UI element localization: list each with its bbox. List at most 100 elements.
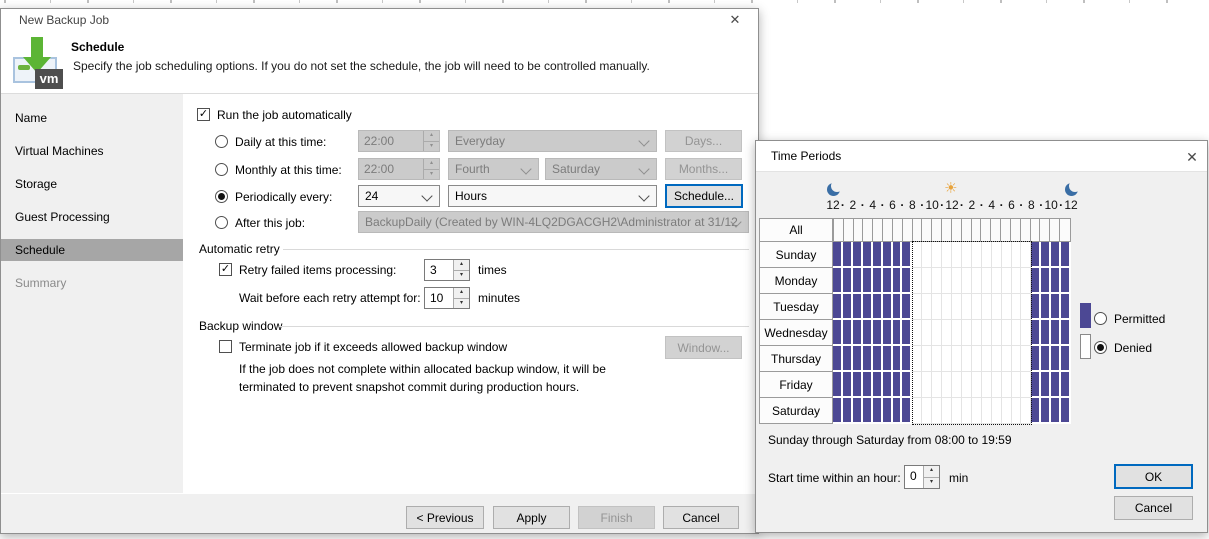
grid-cell-friday-19[interactable]: [1021, 372, 1031, 398]
grid-cell-thursday-20[interactable]: [1031, 346, 1041, 372]
grid-cell-friday-1[interactable]: [843, 372, 853, 398]
all-row-cell[interactable]: [883, 219, 893, 241]
daily-time-spinner[interactable]: 22:00 ▴▾: [358, 130, 440, 152]
all-row-cell[interactable]: [1001, 219, 1011, 241]
grid-cell-sunday-7[interactable]: [902, 242, 912, 268]
grid-cell-wednesday-2[interactable]: [853, 320, 863, 346]
grid-cell-monday-11[interactable]: [942, 268, 952, 294]
grid-cell-sunday-2[interactable]: [853, 242, 863, 268]
grid-cell-wednesday-13[interactable]: [962, 320, 972, 346]
grid-cell-monday-4[interactable]: [873, 268, 883, 294]
grid-cell-wednesday-16[interactable]: [992, 320, 1002, 346]
grid-cell-thursday-1[interactable]: [843, 346, 853, 372]
grid-cell-tuesday-1[interactable]: [843, 294, 853, 320]
grid-cell-saturday-8[interactable]: [912, 398, 922, 424]
grid-cell-friday-8[interactable]: [912, 372, 922, 398]
schedule-button[interactable]: Schedule...: [665, 184, 743, 208]
all-row-cell[interactable]: [972, 219, 982, 241]
sidebar-item-name[interactable]: Name: [1, 107, 183, 129]
grid-cell-thursday-18[interactable]: [1012, 346, 1022, 372]
grid-cell-thursday-0[interactable]: [833, 346, 843, 372]
day-label-friday[interactable]: Friday: [759, 371, 833, 398]
wait-minutes-spinner[interactable]: 10 ▴▾: [424, 287, 470, 309]
grid-cell-saturday-1[interactable]: [843, 398, 853, 424]
grid-cell-tuesday-17[interactable]: [1002, 294, 1012, 320]
grid-cell-thursday-17[interactable]: [1002, 346, 1012, 372]
grid-cell-wednesday-21[interactable]: [1041, 320, 1051, 346]
grid-cell-sunday-15[interactable]: [982, 242, 992, 268]
day-label-thursday[interactable]: Thursday: [759, 345, 833, 372]
grid-cell-wednesday-7[interactable]: [902, 320, 912, 346]
spin-up-icon[interactable]: ▴: [454, 260, 469, 271]
sidebar-item-guest-processing[interactable]: Guest Processing: [1, 206, 183, 228]
grid-cell-tuesday-13[interactable]: [962, 294, 972, 320]
all-row-cell[interactable]: [913, 219, 923, 241]
grid-cell-saturday-17[interactable]: [1002, 398, 1012, 424]
grid-cell-thursday-3[interactable]: [863, 346, 873, 372]
grid-cell-sunday-12[interactable]: [952, 242, 962, 268]
grid-cell-monday-14[interactable]: [972, 268, 982, 294]
grid-cell-friday-21[interactable]: [1041, 372, 1051, 398]
grid-cell-monday-15[interactable]: [982, 268, 992, 294]
grid-cell-saturday-6[interactable]: [893, 398, 903, 424]
all-row-cell[interactable]: [1060, 219, 1070, 241]
grid-cell-tuesday-8[interactable]: [912, 294, 922, 320]
grid-cell-friday-16[interactable]: [992, 372, 1002, 398]
grid-cell-sunday-22[interactable]: [1051, 242, 1061, 268]
months-button[interactable]: Months...: [665, 158, 742, 180]
all-row-cell[interactable]: [1050, 219, 1060, 241]
grid-cell-wednesday-18[interactable]: [1012, 320, 1022, 346]
grid-cell-sunday-16[interactable]: [992, 242, 1002, 268]
grid-cell-thursday-22[interactable]: [1051, 346, 1061, 372]
monthly-time-spinner[interactable]: 22:00 ▴▾: [358, 158, 440, 180]
grid-cell-wednesday-22[interactable]: [1051, 320, 1061, 346]
previous-button[interactable]: < Previous: [406, 506, 484, 529]
grid-cell-sunday-10[interactable]: [932, 242, 942, 268]
grid-cell-wednesday-20[interactable]: [1031, 320, 1041, 346]
grid-cell-wednesday-3[interactable]: [863, 320, 873, 346]
grid-cell-sunday-18[interactable]: [1012, 242, 1022, 268]
grid-cell-monday-19[interactable]: [1021, 268, 1031, 294]
grid-cell-friday-18[interactable]: [1012, 372, 1022, 398]
all-row-cell[interactable]: [1040, 219, 1050, 241]
grid-cell-tuesday-12[interactable]: [952, 294, 962, 320]
all-row-cell[interactable]: [834, 219, 844, 241]
grid-cell-saturday-5[interactable]: [883, 398, 893, 424]
grid-cell-saturday-21[interactable]: [1041, 398, 1051, 424]
grid-cell-wednesday-23[interactable]: [1061, 320, 1071, 346]
after-job-combo[interactable]: BackupDaily (Created by WIN-4LQ2DGACGH2\…: [358, 211, 749, 233]
grid-cell-saturday-10[interactable]: [932, 398, 942, 424]
terminate-job-checkbox[interactable]: [219, 340, 232, 353]
periodically-radio[interactable]: [215, 190, 228, 203]
spin-up-icon[interactable]: ▴: [424, 131, 439, 142]
cancel-button[interactable]: Cancel: [663, 506, 739, 529]
start-time-spinner[interactable]: 0 ▴▾: [904, 465, 940, 489]
monthly-radio[interactable]: [215, 163, 228, 176]
grid-cell-friday-12[interactable]: [952, 372, 962, 398]
grid-cell-sunday-19[interactable]: [1021, 242, 1031, 268]
grid-cell-friday-10[interactable]: [932, 372, 942, 398]
grid-cell-sunday-0[interactable]: [833, 242, 843, 268]
grid-cell-wednesday-6[interactable]: [893, 320, 903, 346]
grid-cell-tuesday-20[interactable]: [1031, 294, 1041, 320]
grid-cell-saturday-4[interactable]: [873, 398, 883, 424]
grid-cell-wednesday-12[interactable]: [952, 320, 962, 346]
grid-cell-thursday-6[interactable]: [893, 346, 903, 372]
grid-cell-wednesday-17[interactable]: [1002, 320, 1012, 346]
grid-cell-saturday-23[interactable]: [1061, 398, 1071, 424]
days-button[interactable]: Days...: [665, 130, 742, 152]
grid-cell-saturday-11[interactable]: [942, 398, 952, 424]
grid-cell-saturday-22[interactable]: [1051, 398, 1061, 424]
grid-cell-monday-22[interactable]: [1051, 268, 1061, 294]
grid-cell-sunday-5[interactable]: [883, 242, 893, 268]
grid-cell-monday-2[interactable]: [853, 268, 863, 294]
grid-cell-saturday-9[interactable]: [922, 398, 932, 424]
grid-cell-saturday-16[interactable]: [992, 398, 1002, 424]
grid-cell-thursday-16[interactable]: [992, 346, 1002, 372]
all-row-cell[interactable]: [952, 219, 962, 241]
grid-cell-wednesday-4[interactable]: [873, 320, 883, 346]
grid-cell-wednesday-15[interactable]: [982, 320, 992, 346]
grid-cell-sunday-17[interactable]: [1002, 242, 1012, 268]
grid-cell-saturday-0[interactable]: [833, 398, 843, 424]
all-row-cell[interactable]: [991, 219, 1001, 241]
